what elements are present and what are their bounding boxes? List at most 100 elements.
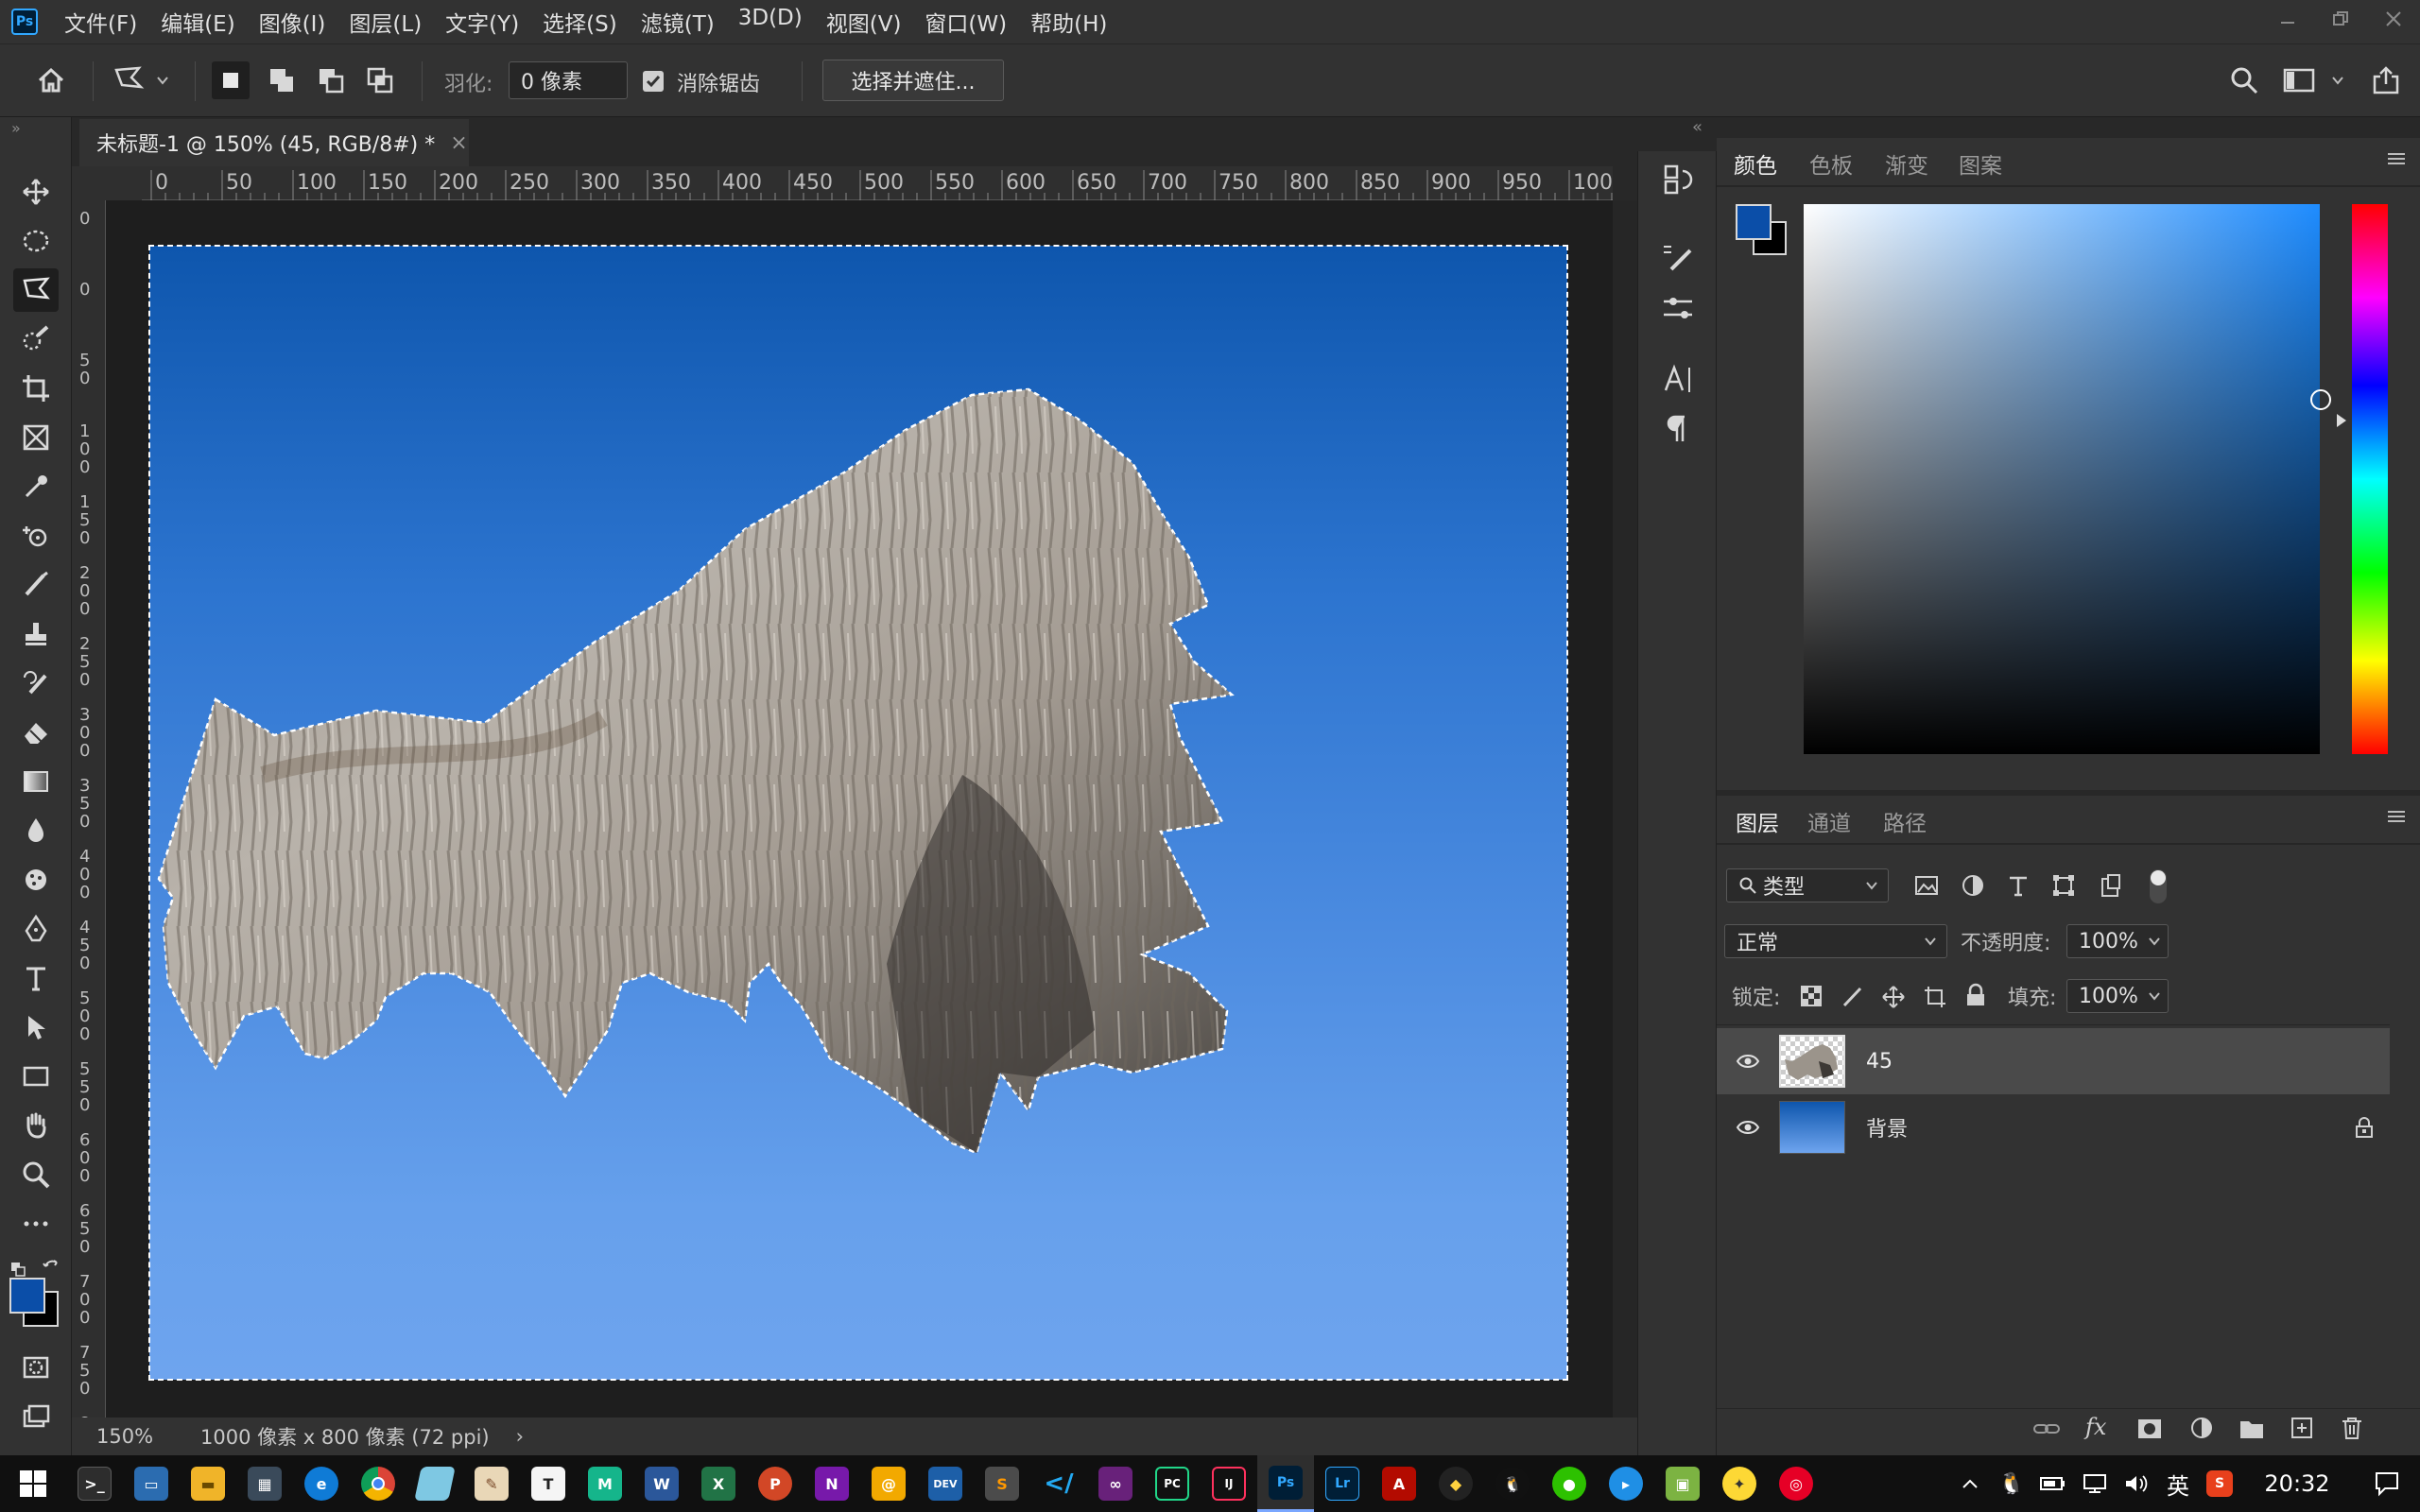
brush-settings-icon[interactable]: [1657, 236, 1699, 278]
adjustments-icon[interactable]: [1657, 287, 1699, 329]
volume-icon[interactable]: [2116, 1455, 2157, 1512]
netease-music-app-icon[interactable]: ◎: [1768, 1455, 1824, 1512]
search-icon[interactable]: [2225, 61, 2263, 99]
menu-type[interactable]: 文字(Y): [445, 6, 519, 38]
select-and-mask-button[interactable]: 选择并遮住...: [822, 60, 1004, 101]
subtract-from-selection-icon[interactable]: [312, 61, 350, 99]
layer-filter-select[interactable]: 类型: [1726, 868, 1889, 902]
lightroom-app-icon[interactable]: Lr: [1314, 1455, 1371, 1512]
tab-gradients[interactable]: 渐变: [1885, 147, 1928, 180]
file-explorer-app-icon[interactable]: ▬: [180, 1455, 236, 1512]
feather-input[interactable]: 0 像素: [509, 61, 628, 99]
network-icon[interactable]: [2074, 1455, 2116, 1512]
menu-help[interactable]: 帮助(H): [1030, 6, 1107, 38]
menu-window[interactable]: 窗口(W): [925, 6, 1007, 38]
pycharm-app-icon[interactable]: PC: [1144, 1455, 1201, 1512]
add-mask-icon[interactable]: [2136, 1418, 2163, 1440]
close-window-button[interactable]: [2367, 0, 2420, 38]
hue-slider-handle[interactable]: [2337, 414, 2346, 427]
excel-app-icon[interactable]: X: [690, 1455, 747, 1512]
character-panel-icon[interactable]: [1657, 359, 1699, 401]
paint-app-icon[interactable]: ✎: [463, 1455, 520, 1512]
lock-all-icon[interactable]: [1964, 983, 1987, 1007]
menu-image[interactable]: 图像(I): [259, 6, 326, 38]
lock-transparent-icon[interactable]: [1800, 985, 1823, 1007]
zoom-level[interactable]: 150%: [96, 1425, 182, 1448]
polygonal-lasso-tool-icon[interactable]: [13, 268, 59, 312]
hue-slider[interactable]: [2352, 204, 2388, 754]
tab-channels[interactable]: 通道: [1807, 805, 1851, 837]
devcpp-app-icon[interactable]: DEV: [917, 1455, 974, 1512]
menu-edit[interactable]: 编辑(E): [161, 6, 234, 38]
layer-style-fx-icon[interactable]: fx: [2085, 1414, 2106, 1440]
installer-app-icon[interactable]: ▣: [1654, 1455, 1711, 1512]
menu-select[interactable]: 选择(S): [543, 6, 617, 38]
tab-paths[interactable]: 路径: [1883, 805, 1927, 837]
color-foreground-swatch[interactable]: [1736, 204, 1772, 240]
marquee-tool-icon[interactable]: [13, 219, 59, 263]
tab-swatches[interactable]: 色板: [1809, 147, 1853, 180]
fill-chevron-icon[interactable]: [2140, 979, 2169, 1013]
lock-position-icon[interactable]: [1881, 985, 1906, 1009]
mindmaster-app-icon[interactable]: M: [577, 1455, 633, 1512]
new-layer-icon[interactable]: [2290, 1416, 2314, 1440]
gaming-app-icon[interactable]: ◆: [1427, 1455, 1484, 1512]
close-tab-icon[interactable]: ×: [450, 131, 467, 155]
spot-healing-tool-icon[interactable]: [13, 514, 59, 558]
crop-tool-icon[interactable]: [13, 367, 59, 410]
filter-toggle[interactable]: [2150, 869, 2167, 903]
clone-stamp-tool-icon[interactable]: [13, 612, 59, 656]
workspace-icon[interactable]: [2280, 61, 2318, 99]
restore-button[interactable]: [2314, 0, 2367, 38]
workspace-chevron-icon[interactable]: [2325, 61, 2350, 99]
opacity-chevron-icon[interactable]: [2140, 924, 2169, 958]
tray-qq-icon[interactable]: 🐧: [1991, 1455, 2032, 1512]
intellij-app-icon[interactable]: IJ: [1201, 1455, 1257, 1512]
frame-tool-icon[interactable]: [13, 416, 59, 459]
visibility-eye-icon[interactable]: [1736, 1053, 1760, 1070]
new-selection-icon[interactable]: [212, 61, 250, 99]
hand-tool-icon[interactable]: [13, 1104, 59, 1147]
paragraph-panel-icon[interactable]: [1657, 408, 1699, 450]
add-to-selection-icon[interactable]: [263, 61, 301, 99]
default-colors-icon[interactable]: [9, 1261, 28, 1280]
brush-tool-icon[interactable]: [13, 563, 59, 607]
foreground-color-swatch[interactable]: [9, 1278, 45, 1314]
visibility-eye-icon[interactable]: [1736, 1119, 1760, 1136]
blur-tool-icon[interactable]: [13, 809, 59, 852]
filter-smart-object-icon[interactable]: [2099, 873, 2123, 898]
link-layers-icon[interactable]: [2032, 1418, 2061, 1440]
path-selection-tool-icon[interactable]: [13, 1005, 59, 1049]
sogou-ime-icon[interactable]: S: [2199, 1455, 2240, 1512]
tray-chevron-icon[interactable]: [1949, 1455, 1991, 1512]
clock[interactable]: 20:32: [2240, 1455, 2354, 1512]
notes-yellow-app-icon[interactable]: @: [860, 1455, 917, 1512]
antialias-checkbox[interactable]: [643, 71, 664, 92]
game-launcher-app-icon[interactable]: ✦: [1711, 1455, 1768, 1512]
windows-start-icon[interactable]: [0, 1455, 66, 1512]
quick-selection-tool-icon[interactable]: [13, 318, 59, 361]
screen-mode-icon[interactable]: [13, 1395, 59, 1438]
history-brush-tool-icon[interactable]: [13, 662, 59, 705]
notification-center-icon[interactable]: [2354, 1455, 2420, 1512]
menu-file[interactable]: 文件(F): [64, 6, 137, 38]
notes-app-icon[interactable]: [406, 1455, 463, 1512]
menu-layer[interactable]: 图层(L): [349, 6, 422, 38]
sublime-app-icon[interactable]: S: [974, 1455, 1030, 1512]
document-canvas[interactable]: [148, 245, 1568, 1381]
menu-filter[interactable]: 滤镜(T): [641, 6, 715, 38]
home-icon[interactable]: [32, 61, 70, 99]
remote-desktop-app-icon[interactable]: ▭: [123, 1455, 180, 1512]
filter-pixel-icon[interactable]: [1913, 873, 1940, 898]
share-icon[interactable]: [2367, 61, 2405, 99]
acrobat-app-icon[interactable]: A: [1371, 1455, 1427, 1512]
edge-browser-icon[interactable]: e: [293, 1455, 350, 1512]
filter-shape-icon[interactable]: [2051, 873, 2076, 898]
intersect-selection-icon[interactable]: [361, 61, 399, 99]
menu-view[interactable]: 视图(V): [826, 6, 902, 38]
qq-app-icon[interactable]: 🐧: [1484, 1455, 1541, 1512]
color-picker-cursor[interactable]: [2310, 389, 2331, 410]
filter-type-icon[interactable]: [2006, 873, 2031, 898]
onenote-app-icon[interactable]: N: [804, 1455, 860, 1512]
type-tool-icon[interactable]: [13, 956, 59, 1000]
